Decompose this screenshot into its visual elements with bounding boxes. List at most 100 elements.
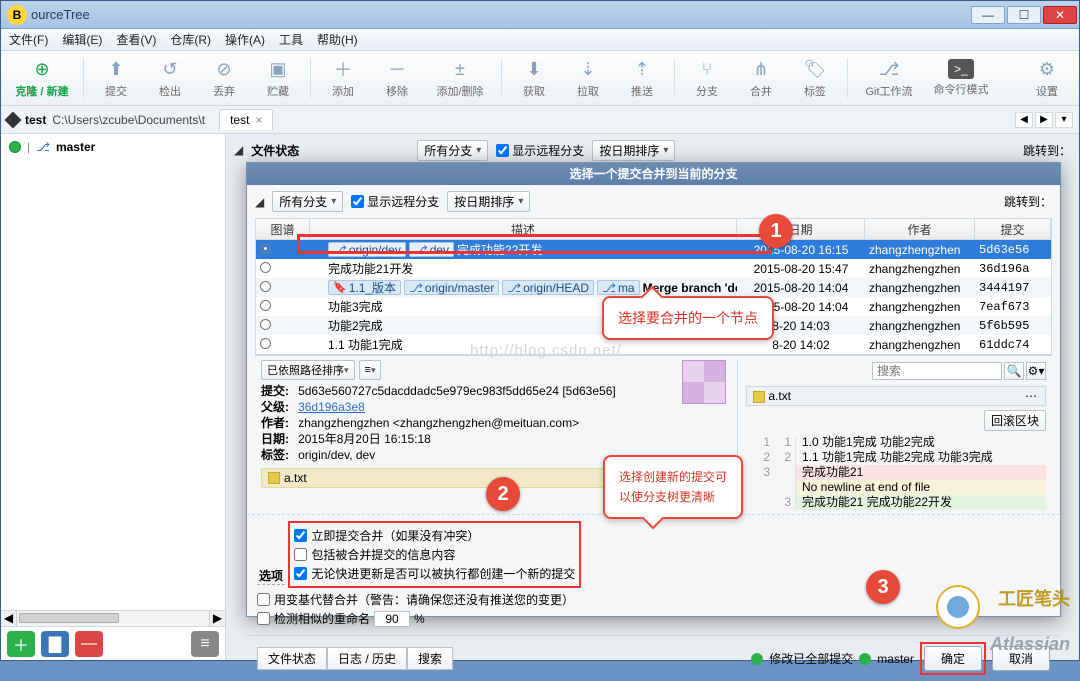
branch-icon: ⎇ xyxy=(36,140,50,154)
opt-include-msg[interactable] xyxy=(294,548,307,561)
revert-hunk-button[interactable]: 回滚区块 xyxy=(984,410,1046,431)
col-commit[interactable]: 提交 xyxy=(975,219,1051,239)
under-jump: 跳转到： xyxy=(1023,142,1071,159)
menu-repo[interactable]: 仓库(R) xyxy=(170,31,211,48)
atlassian-label: Atlassian xyxy=(990,634,1070,655)
filter-datesort[interactable]: 按日期排序 xyxy=(447,191,530,212)
tab-close-icon[interactable]: × xyxy=(255,113,262,127)
folder-button[interactable]: ▇ xyxy=(41,631,69,657)
tab-label: test xyxy=(230,113,249,127)
menu-view[interactable]: 查看(V) xyxy=(116,31,156,48)
filter-showremote[interactable]: 显示远程分支 xyxy=(351,193,439,210)
diff-search-input[interactable] xyxy=(872,362,1002,380)
menu-help[interactable]: 帮助(H) xyxy=(317,31,358,48)
diff-settings-button[interactable]: ⚙▾ xyxy=(1026,362,1046,380)
filter-allbranch[interactable]: 所有分支 xyxy=(272,191,343,212)
dialog-title: 选择一个提交合并到当前的分支 xyxy=(247,163,1060,185)
footer-branch: master xyxy=(877,652,914,666)
tab-nav-left[interactable]: ◀ xyxy=(1015,112,1033,128)
commit-icon: ⬆ xyxy=(104,57,128,81)
collapse-icon[interactable]: ◢ xyxy=(234,143,243,157)
opt-rename[interactable] xyxy=(257,612,270,625)
list-settings-button[interactable]: ≡ xyxy=(191,631,219,657)
titlebar: B ourceTree — ☐ ✕ xyxy=(1,1,1079,29)
diff-view: 111.0 功能1完成 功能2完成 221.1 功能1完成 功能2完成 功能3完… xyxy=(746,435,1046,510)
tool-push[interactable]: ⇡推送 xyxy=(616,55,668,101)
ok-button[interactable]: 确定 xyxy=(924,646,982,671)
footer-tab-filestatus[interactable]: 文件状态 xyxy=(257,647,327,670)
menu-action[interactable]: 操作(A) xyxy=(225,31,265,48)
delete-button[interactable]: — xyxy=(75,631,103,657)
ref-tag: ⎇origin/master xyxy=(404,280,499,295)
badge-3: 3 xyxy=(866,570,900,604)
discard-icon: ⊘ xyxy=(212,57,236,81)
view-mode-dropdown[interactable]: ≡ xyxy=(359,360,382,380)
repo-name: test xyxy=(25,113,46,127)
watermark-logo-icon xyxy=(936,585,980,629)
opt-no-ff[interactable] xyxy=(294,567,307,580)
under-showremote[interactable]: 显示远程分支 xyxy=(496,142,584,159)
ref-tag: ⎇dev xyxy=(409,242,454,257)
tab-test[interactable]: test × xyxy=(219,109,273,130)
tool-merge[interactable]: ⋔合并 xyxy=(735,55,787,101)
tool-pull[interactable]: ⇣拉取 xyxy=(562,55,614,101)
tool-stash[interactable]: ▣贮藏 xyxy=(252,55,304,101)
status-text: 修改已全部提交 xyxy=(769,650,853,667)
opt-rebase[interactable] xyxy=(257,593,270,606)
grid-header: 图谱 描述 日期 作者 提交 xyxy=(255,218,1052,240)
table-row[interactable]: 完成功能21开发 2015-08-20 15:47zhangzhengzhen3… xyxy=(256,259,1051,278)
tool-tag[interactable]: 🏷标签 xyxy=(789,55,841,101)
minimize-button[interactable]: — xyxy=(971,6,1005,24)
menu-edit[interactable]: 编辑(E) xyxy=(62,31,102,48)
watermark-text: 工匠笔头 xyxy=(998,585,1070,611)
under-allbranch[interactable]: 所有分支 xyxy=(417,140,488,161)
badge-2: 2 xyxy=(486,477,520,511)
tool-addremove[interactable]: ±添加/删除 xyxy=(425,55,495,101)
table-row[interactable]: ⎇origin/dev ⎇dev 完成功能22开发 2015-08-20 16:… xyxy=(256,240,1051,259)
badge-icon: B xyxy=(7,5,27,25)
tool-commit[interactable]: ⬆提交 xyxy=(90,55,142,101)
footer-tab-log[interactable]: 日志 / 历史 xyxy=(327,647,407,670)
remove-icon: － xyxy=(385,57,409,81)
tool-clone[interactable]: ⊕克隆 / 新建 xyxy=(7,55,77,101)
sidebar-bottom-bar: ＋ ▇ — ≡ xyxy=(1,626,225,660)
tab-menu[interactable]: ▾ xyxy=(1055,112,1073,128)
tool-settings[interactable]: ⚙设置 xyxy=(1021,55,1073,101)
filestatus-label: 文件状态 xyxy=(251,142,299,159)
under-datesort[interactable]: 按日期排序 xyxy=(592,140,675,161)
ref-tag: ⎇origin/HEAD xyxy=(502,280,594,295)
close-button[interactable]: ✕ xyxy=(1043,6,1077,24)
col-graph[interactable]: 图谱 xyxy=(256,219,310,239)
tool-gitflow[interactable]: ⎇Git工作流 xyxy=(854,55,924,101)
tool-remove[interactable]: －移除 xyxy=(371,55,423,101)
search-button[interactable]: 🔍 xyxy=(1004,362,1024,380)
rename-pct-input[interactable] xyxy=(374,611,410,627)
tool-checkout[interactable]: ↺检出 xyxy=(144,55,196,101)
col-desc[interactable]: 描述 xyxy=(310,219,737,239)
tab-nav-right[interactable]: ▶ xyxy=(1035,112,1053,128)
repo-path: C:\Users\zcube\Documents\t xyxy=(52,113,205,127)
footer-tab-search[interactable]: 搜索 xyxy=(407,647,453,670)
more-icon[interactable]: ⋯ xyxy=(1025,389,1039,403)
menu-file[interactable]: 文件(F) xyxy=(9,31,48,48)
tool-fetch[interactable]: ⬇获取 xyxy=(508,55,560,101)
watermark-url: http://blog.csdn.net/ xyxy=(470,342,622,359)
merge-dialog: 选择一个提交合并到当前的分支 ◢ 所有分支 显示远程分支 按日期排序 跳转到： … xyxy=(246,162,1061,617)
tool-cmd[interactable]: >_命令行模式 xyxy=(926,57,996,99)
callout-1: 选择要合并的一个节点 xyxy=(602,296,774,340)
sidebar-branch[interactable]: | ⎇ master xyxy=(1,134,225,160)
col-date[interactable]: 日期 xyxy=(737,219,865,239)
col-author[interactable]: 作者 xyxy=(865,219,975,239)
menu-tool[interactable]: 工具 xyxy=(279,31,303,48)
tool-discard[interactable]: ⊘丢弃 xyxy=(198,55,250,101)
opt-commit-now[interactable] xyxy=(294,529,307,542)
path-sort-dropdown[interactable]: 已依照路径排序 xyxy=(261,360,355,380)
tool-add[interactable]: ＋添加 xyxy=(317,55,369,101)
add-repo-button[interactable]: ＋ xyxy=(7,631,35,657)
sidebar-scrollbar[interactable]: ◀ ▶ xyxy=(1,610,225,626)
cmd-icon: >_ xyxy=(948,59,974,79)
parent-link[interactable]: 36d196a3e8 xyxy=(298,400,365,414)
maximize-button[interactable]: ☐ xyxy=(1007,6,1041,24)
ref-tag: 🔖 1.1_版本 xyxy=(328,280,401,295)
tool-branch[interactable]: ⑂分支 xyxy=(681,55,733,101)
